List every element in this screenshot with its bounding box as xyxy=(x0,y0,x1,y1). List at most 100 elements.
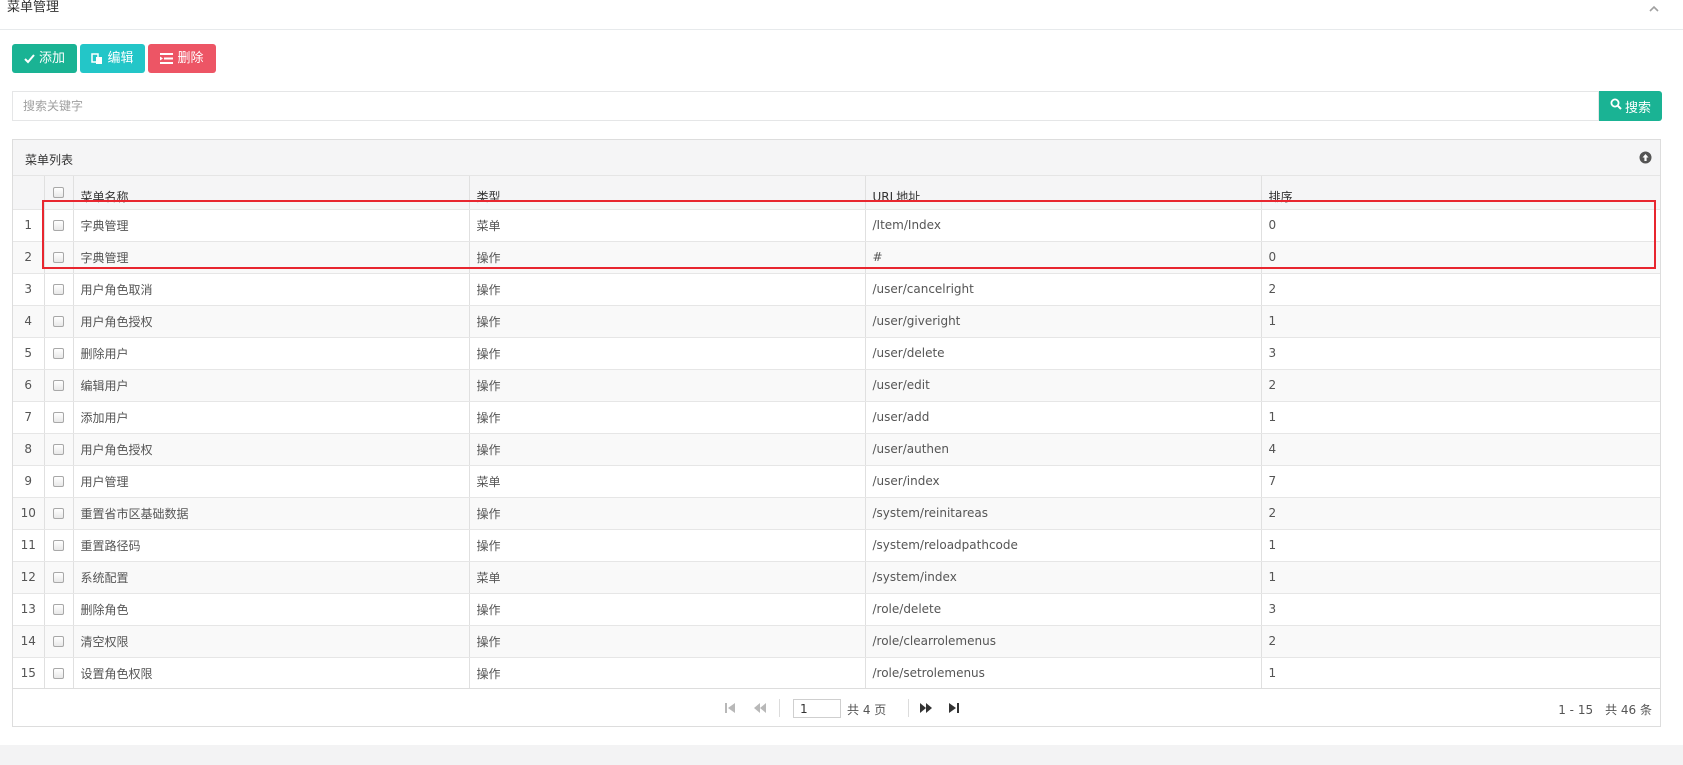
first-page-icon[interactable] xyxy=(724,702,736,714)
row-checkbox[interactable] xyxy=(44,529,74,562)
table-header-row: 菜单名称 类型 URL地址 排序 xyxy=(13,176,1660,210)
circle-up-icon[interactable] xyxy=(1639,151,1652,164)
table-row[interactable]: 3 用户角色取消 操作/user/cancelright 2 xyxy=(13,273,1660,306)
add-button-label: 添加 xyxy=(38,51,65,66)
row-checkbox[interactable] xyxy=(44,625,74,658)
search-bar: 搜索 xyxy=(12,91,1662,121)
row-number: 12 xyxy=(13,561,45,594)
table-row[interactable]: 1 字典管理 菜单/Item/Index 0 xyxy=(13,209,1660,242)
cell-sort: 1 xyxy=(1261,305,1660,338)
table-row[interactable]: 2 字典管理 操作 #0 xyxy=(13,241,1660,274)
table-row[interactable]: 14 清空权限 操作/role/clearrolemenus 2 xyxy=(13,625,1660,658)
cell-sort: 0 xyxy=(1261,241,1660,274)
last-page-icon[interactable] xyxy=(948,702,960,714)
cell-name: 设置角色权限 xyxy=(73,657,470,690)
row-checkbox[interactable] xyxy=(44,497,74,530)
table-row[interactable]: 11 重置路径码 操作/system/reloadpathcode 1 xyxy=(13,529,1660,562)
row-number: 6 xyxy=(13,369,45,402)
table-row[interactable]: 12 系统配置 菜单/system/index 1 xyxy=(13,561,1660,594)
row-checkbox[interactable] xyxy=(44,593,74,626)
cell-url: /role/setrolemenus xyxy=(865,657,1262,690)
cell-type: 操作 xyxy=(469,657,866,690)
list-remove-icon xyxy=(160,53,174,64)
row-checkbox[interactable] xyxy=(44,465,74,498)
add-button[interactable]: 添加 xyxy=(12,44,77,73)
cell-sort: 4 xyxy=(1261,433,1660,466)
prev-page-icon[interactable] xyxy=(753,702,766,714)
pager-separator xyxy=(908,699,909,717)
select-all-checkbox[interactable] xyxy=(44,176,74,210)
row-number-header xyxy=(13,176,45,210)
delete-button[interactable]: 删除 xyxy=(148,44,216,73)
row-number: 8 xyxy=(13,433,45,466)
cell-type: 菜单 xyxy=(469,209,866,242)
cell-name: 清空权限 xyxy=(73,625,470,658)
cell-url: /system/reloadpathcode xyxy=(865,529,1262,562)
row-checkbox[interactable] xyxy=(44,433,74,466)
next-page-icon[interactable] xyxy=(919,702,932,714)
cell-name: 编辑用户 xyxy=(73,369,470,402)
row-checkbox[interactable] xyxy=(44,241,74,274)
table-row[interactable]: 5 删除用户 操作/user/delete 3 xyxy=(13,337,1660,370)
cell-name: 重置省市区基础数据 xyxy=(73,497,470,530)
page-title: 菜单管理 xyxy=(7,0,60,15)
cell-sort: 2 xyxy=(1261,625,1660,658)
row-checkbox[interactable] xyxy=(44,305,74,338)
copy-icon xyxy=(91,52,103,65)
edit-button[interactable]: 编辑 xyxy=(80,44,145,73)
row-checkbox[interactable] xyxy=(44,561,74,594)
cell-type: 操作 xyxy=(469,529,866,562)
cell-url: /user/cancelright xyxy=(865,273,1262,306)
cell-sort: 2 xyxy=(1261,273,1660,306)
cell-name: 用户角色授权 xyxy=(73,305,470,338)
cell-url: /user/index xyxy=(865,465,1262,498)
cell-name: 系统配置 xyxy=(73,561,470,594)
table-row[interactable]: 4 用户角色授权 操作/user/giveright 1 xyxy=(13,305,1660,338)
pager: 共 4 页 1 - 15 共 46 条 xyxy=(13,688,1660,726)
cell-type: 操作 xyxy=(469,369,866,402)
chevron-up-icon[interactable] xyxy=(1647,2,1661,16)
grid-caption: 菜单列表 xyxy=(13,140,1660,176)
cell-type: 操作 xyxy=(469,241,866,274)
cell-name: 用户角色取消 xyxy=(73,273,470,306)
search-button-label: 搜索 xyxy=(1624,100,1651,116)
cell-url: /user/authen xyxy=(865,433,1262,466)
column-header-name[interactable]: 菜单名称 xyxy=(73,176,470,210)
table-row[interactable]: 7 添加用户 操作/user/add 1 xyxy=(13,401,1660,434)
total-pages-text: 共 4 页 xyxy=(847,703,887,717)
row-checkbox[interactable] xyxy=(44,657,74,690)
cell-url: /system/index xyxy=(865,561,1262,594)
row-checkbox[interactable] xyxy=(44,209,74,242)
cell-sort: 0 xyxy=(1261,209,1660,242)
search-icon xyxy=(1610,98,1622,114)
grid-caption-title: 菜单列表 xyxy=(25,153,74,167)
page-number-input[interactable] xyxy=(793,699,841,718)
row-checkbox[interactable] xyxy=(44,369,74,402)
row-checkbox[interactable] xyxy=(44,337,74,370)
search-input[interactable] xyxy=(12,91,1599,121)
cell-type: 操作 xyxy=(469,593,866,626)
column-header-url[interactable]: URL地址 xyxy=(865,176,1262,210)
column-header-type[interactable]: 类型 xyxy=(469,176,866,210)
row-number: 11 xyxy=(13,529,45,562)
cell-sort: 7 xyxy=(1261,465,1660,498)
cell-url: /system/reinitareas xyxy=(865,497,1262,530)
cell-type: 操作 xyxy=(469,401,866,434)
search-button[interactable]: 搜索 xyxy=(1599,91,1662,121)
cell-type: 菜单 xyxy=(469,465,866,498)
table-row[interactable]: 6 编辑用户 操作/user/edit 2 xyxy=(13,369,1660,402)
row-number: 5 xyxy=(13,337,45,370)
cell-name: 字典管理 xyxy=(73,241,470,274)
table-row[interactable]: 9 用户管理 菜单/user/index 7 xyxy=(13,465,1660,498)
cell-name: 删除用户 xyxy=(73,337,470,370)
table-row[interactable]: 10 重置省市区基础数据 操作/system/reinitareas 2 xyxy=(13,497,1660,530)
table-row[interactable]: 13 删除角色 操作/role/delete 3 xyxy=(13,593,1660,626)
table-row[interactable]: 15 设置角色权限 操作/role/setrolemenus 1 xyxy=(13,657,1660,690)
panel-header: 菜单管理 xyxy=(0,0,1683,30)
row-number: 1 xyxy=(13,209,45,242)
row-checkbox[interactable] xyxy=(44,273,74,306)
menu-grid: 菜单列表 菜单名称 类型 URL地址 排序 1 字典管理 菜单 /Item/In… xyxy=(12,139,1661,727)
row-checkbox[interactable] xyxy=(44,401,74,434)
column-header-sort[interactable]: 排序 xyxy=(1261,176,1660,210)
table-row[interactable]: 8 用户角色授权 操作/user/authen 4 xyxy=(13,433,1660,466)
